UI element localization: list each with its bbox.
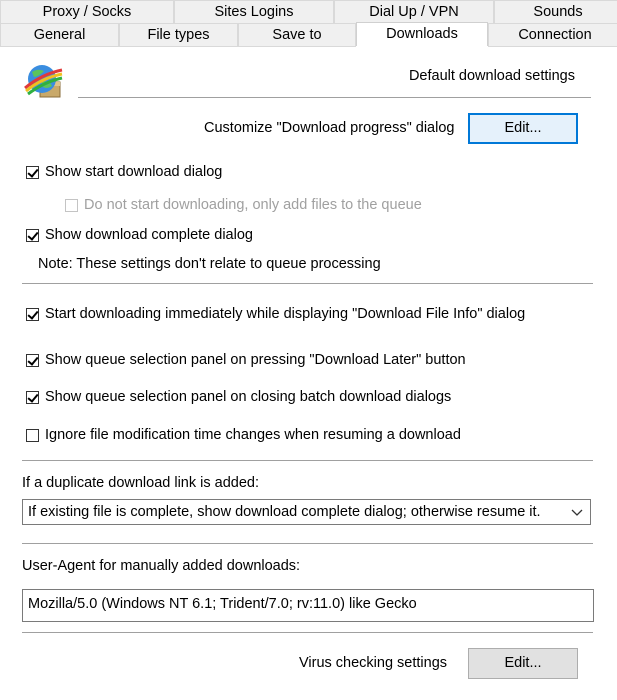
queue-panel-download-later-checkbox[interactable]: Show queue selection panel on pressing "…: [26, 351, 466, 369]
virus-checking-label: Virus checking settings: [299, 655, 448, 671]
separator: [22, 543, 593, 544]
show-start-dialog-checkbox[interactable]: Show start download dialog: [26, 163, 222, 181]
checkbox-box[interactable]: [26, 228, 39, 242]
queue-panel-batch-checkbox[interactable]: Show queue selection panel on closing ba…: [26, 388, 451, 406]
tab-connection[interactable]: Connection: [488, 23, 617, 46]
checkbox-box[interactable]: [26, 428, 39, 442]
section-title: Default download settings: [408, 68, 575, 84]
tab-sounds[interactable]: Sounds: [494, 0, 617, 23]
checkbox-box[interactable]: [26, 353, 39, 367]
ignore-mod-time-checkbox[interactable]: Ignore file modification time changes wh…: [26, 426, 461, 444]
tab-general[interactable]: General: [0, 23, 119, 46]
app-globe-icon: [24, 65, 63, 98]
checkbox-box[interactable]: [26, 390, 39, 404]
checkbox-label: Ignore file modification time changes wh…: [45, 427, 461, 443]
checkbox-label: Show queue selection panel on closing ba…: [45, 389, 452, 405]
tab-sites-logins[interactable]: Sites Logins: [174, 0, 334, 23]
show-complete-dialog-checkbox[interactable]: Show download complete dialog: [26, 226, 253, 244]
tab-file-types[interactable]: File types: [119, 23, 238, 46]
checkbox-label: Start downloading immediately while disp…: [45, 306, 526, 322]
user-agent-label: User-Agent for manually added downloads:: [22, 558, 301, 574]
checkbox-box[interactable]: [26, 307, 39, 321]
dropdown-value: If existing file is complete, show downl…: [28, 504, 541, 520]
user-agent-input[interactable]: Mozilla/5.0 (Windows NT 6.1; Trident/7.0…: [22, 589, 594, 622]
checkbox-box: [65, 198, 78, 212]
checkbox-label: Show download complete dialog: [45, 227, 253, 243]
edit-virus-settings-button[interactable]: Edit...: [468, 648, 578, 679]
tab-dial-up-vpn[interactable]: Dial Up / VPN: [334, 0, 494, 23]
chevron-down-icon[interactable]: [570, 500, 584, 524]
tab-divider: [0, 46, 617, 47]
separator: [22, 460, 593, 461]
separator: [22, 283, 593, 284]
checkbox-label: Do not start downloading, only add files…: [84, 197, 422, 213]
do-not-start-checkbox: Do not start downloading, only add files…: [65, 196, 422, 214]
tab-downloads[interactable]: Downloads: [356, 22, 488, 47]
checkbox-label: Show queue selection panel on pressing "…: [45, 352, 466, 368]
separator: [22, 632, 593, 633]
edit-progress-dialog-button[interactable]: Edit...: [468, 113, 578, 144]
duplicate-action-dropdown[interactable]: If existing file is complete, show downl…: [22, 499, 591, 525]
progress-dialog-label: Customize "Download progress" dialog: [204, 120, 455, 136]
queue-note: Note: These settings don't relate to que…: [38, 256, 381, 272]
duplicate-link-label: If a duplicate download link is added:: [22, 475, 259, 491]
tab-proxy-socks[interactable]: Proxy / Socks: [0, 0, 174, 23]
tab-save-to[interactable]: Save to: [238, 23, 356, 46]
tab-row-bottom: General File types Save to Downloads Con…: [0, 22, 617, 47]
checkbox-box[interactable]: [26, 165, 39, 179]
checkbox-label: Show start download dialog: [45, 164, 223, 180]
tab-row-top: Proxy / Socks Sites Logins Dial Up / VPN…: [0, 0, 617, 23]
start-immediately-checkbox[interactable]: Start downloading immediately while disp…: [26, 305, 525, 323]
header-divider: [78, 97, 591, 98]
